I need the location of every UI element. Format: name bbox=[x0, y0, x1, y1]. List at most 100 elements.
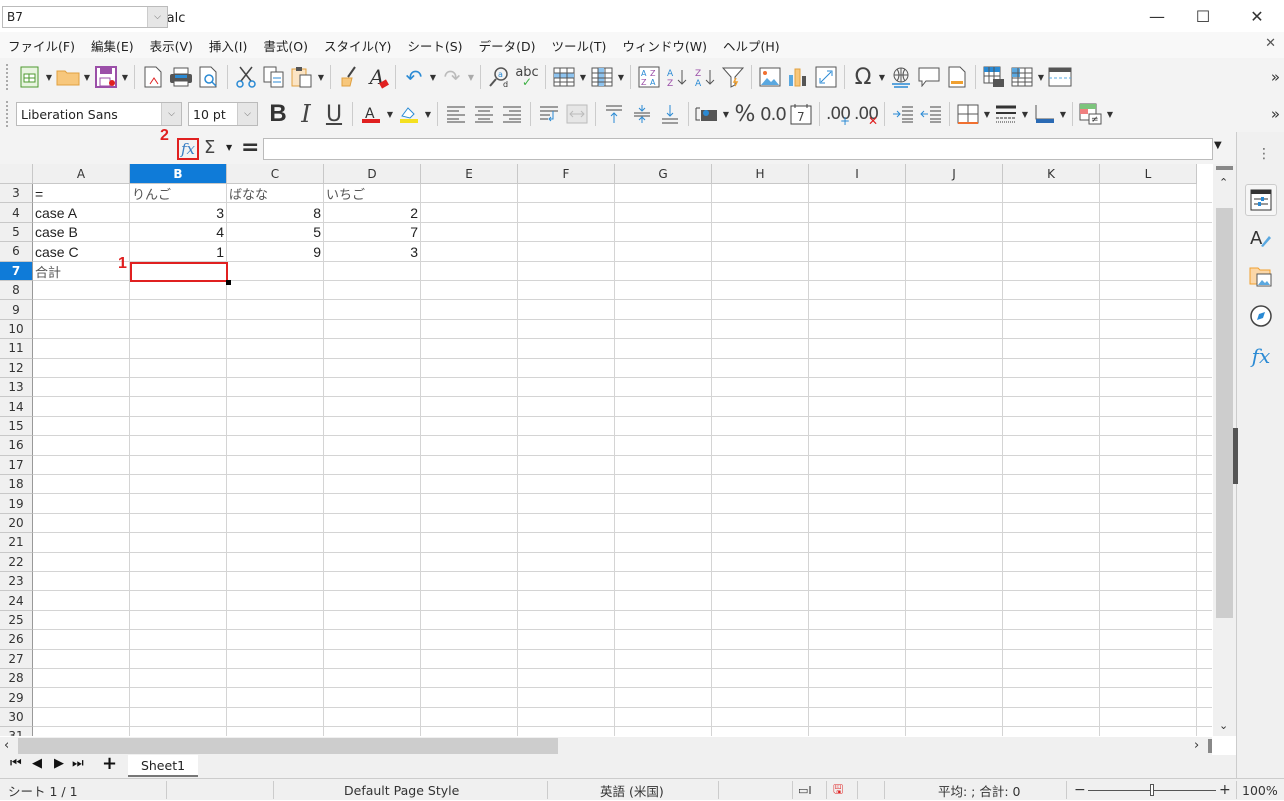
cell-a7[interactable]: 合計 bbox=[33, 262, 129, 281]
add-sheet-button[interactable]: + bbox=[102, 753, 117, 774]
expand-formula-bar-button[interactable]: ▼ bbox=[1214, 140, 1222, 151]
decrease-indent-icon[interactable] bbox=[917, 100, 945, 128]
export-pdf-icon[interactable] bbox=[139, 63, 167, 91]
row-header-6[interactable]: 6 bbox=[0, 242, 33, 262]
center-vertically-icon[interactable] bbox=[628, 100, 656, 128]
merge-cells-icon[interactable] bbox=[563, 100, 591, 128]
align-right-icon[interactable] bbox=[498, 100, 526, 128]
row-header-14[interactable]: 14 bbox=[0, 397, 33, 417]
split-window-icon[interactable] bbox=[1046, 63, 1074, 91]
define-print-area-icon[interactable] bbox=[980, 63, 1008, 91]
save-dropdown[interactable]: ▼ bbox=[120, 73, 130, 82]
border-style-dropdown[interactable]: ▼ bbox=[1020, 110, 1030, 119]
column-dropdown[interactable]: ▼ bbox=[616, 73, 626, 82]
row-header-4[interactable]: 4 bbox=[0, 203, 33, 223]
cell-a3[interactable]: = bbox=[33, 184, 129, 203]
cell-d3[interactable]: いちご bbox=[324, 184, 420, 203]
horizontal-scroll-thumb[interactable] bbox=[18, 738, 558, 754]
row-header-19[interactable]: 19 bbox=[0, 494, 33, 514]
column-header-i[interactable]: I bbox=[809, 164, 906, 184]
row-header-12[interactable]: 12 bbox=[0, 358, 33, 378]
percent-format-button[interactable]: % bbox=[731, 100, 759, 128]
increase-indent-icon[interactable] bbox=[889, 100, 917, 128]
insert-chart-icon[interactable] bbox=[784, 63, 812, 91]
first-sheet-icon[interactable]: ⏮ bbox=[10, 756, 22, 771]
cell-c3[interactable]: ばなな bbox=[227, 184, 323, 203]
row-header-30[interactable]: 30 bbox=[0, 707, 33, 728]
row-header-22[interactable]: 22 bbox=[0, 552, 33, 572]
toolbar-grip[interactable] bbox=[6, 64, 10, 90]
save-icon[interactable] bbox=[92, 63, 120, 91]
vertical-scroll-thumb[interactable] bbox=[1216, 208, 1233, 618]
cell-a6[interactable]: case C bbox=[33, 242, 129, 261]
formula-button[interactable]: = bbox=[241, 135, 259, 160]
row-header-28[interactable]: 28 bbox=[0, 669, 33, 689]
undo-icon[interactable]: ↶ bbox=[400, 63, 428, 91]
copy-icon[interactable] bbox=[260, 63, 288, 91]
freeze-dropdown[interactable]: ▼ bbox=[1036, 73, 1046, 82]
cut-icon[interactable] bbox=[232, 63, 260, 91]
date-format-icon[interactable]: 7 bbox=[787, 100, 815, 128]
row-header-5[interactable]: 5 bbox=[0, 222, 33, 243]
align-center-icon[interactable] bbox=[470, 100, 498, 128]
hyperlink-icon[interactable] bbox=[887, 63, 915, 91]
print-preview-icon[interactable] bbox=[195, 63, 223, 91]
align-bottom-icon[interactable] bbox=[656, 100, 684, 128]
column-header-a[interactable]: A bbox=[33, 164, 130, 184]
scroll-down-icon[interactable]: ⌄ bbox=[1219, 719, 1228, 732]
italic-button[interactable]: I bbox=[292, 100, 320, 128]
paste-dropdown[interactable]: ▼ bbox=[316, 73, 326, 82]
sort-ascending-icon[interactable]: AZ bbox=[663, 63, 691, 91]
font-color-icon[interactable]: A bbox=[357, 100, 385, 128]
bold-button[interactable]: B bbox=[264, 100, 292, 128]
special-character-dropdown[interactable]: ▼ bbox=[877, 73, 887, 82]
row-header-7[interactable]: 7 bbox=[0, 261, 33, 281]
align-left-icon[interactable] bbox=[442, 100, 470, 128]
row-header-31[interactable]: 31 bbox=[0, 727, 33, 736]
open-folder-icon[interactable] bbox=[54, 63, 82, 91]
column-header-d[interactable]: D bbox=[324, 164, 421, 184]
row-header-9[interactable]: 9 bbox=[0, 300, 33, 320]
comment-icon[interactable] bbox=[915, 63, 943, 91]
column-header-b[interactable]: B bbox=[130, 164, 227, 184]
redo-icon[interactable]: ↷ bbox=[438, 63, 466, 91]
scroll-left-icon[interactable]: ‹ bbox=[4, 738, 9, 753]
row-header-11[interactable]: 11 bbox=[0, 339, 33, 359]
minimize-button[interactable]: — bbox=[1134, 0, 1180, 32]
cell-b4[interactable]: 3 bbox=[130, 203, 226, 222]
sum-dropdown[interactable]: ▼ bbox=[226, 143, 232, 152]
special-character-icon[interactable]: Ω bbox=[849, 63, 877, 91]
row-header-29[interactable]: 29 bbox=[0, 688, 33, 708]
pivot-table-icon[interactable] bbox=[812, 63, 840, 91]
wrap-text-icon[interactable] bbox=[535, 100, 563, 128]
menu-file[interactable]: ファイル(F) bbox=[0, 36, 83, 55]
column-header-j[interactable]: J bbox=[906, 164, 1003, 184]
column-header-c[interactable]: C bbox=[227, 164, 324, 184]
find-replace-icon[interactable]: ad bbox=[485, 63, 513, 91]
row-header-21[interactable]: 21 bbox=[0, 533, 33, 553]
properties-icon[interactable] bbox=[1245, 184, 1277, 216]
sort-icon[interactable]: AZZA bbox=[635, 63, 663, 91]
sidebar-collapse-handle[interactable] bbox=[1233, 428, 1238, 484]
language-status[interactable]: 英語 (米国) bbox=[600, 779, 664, 801]
cell-d5[interactable]: 7 bbox=[324, 223, 420, 242]
functions-icon[interactable]: fx bbox=[1245, 340, 1277, 372]
align-top-icon[interactable] bbox=[600, 100, 628, 128]
zoom-level[interactable]: 100% bbox=[1242, 779, 1278, 801]
headers-footers-icon[interactable] bbox=[943, 63, 971, 91]
row-header-26[interactable]: 26 bbox=[0, 630, 33, 650]
row-icon[interactable] bbox=[550, 63, 578, 91]
row-header-24[interactable]: 24 bbox=[0, 591, 33, 611]
navigator-icon[interactable] bbox=[1245, 300, 1277, 332]
column-header-h[interactable]: H bbox=[712, 164, 809, 184]
menu-help[interactable]: ヘルプ(H) bbox=[715, 36, 788, 55]
chevron-down-icon[interactable]: ⌵ bbox=[147, 7, 167, 27]
borders-icon[interactable] bbox=[954, 100, 982, 128]
zoom-slider-thumb[interactable] bbox=[1150, 784, 1154, 796]
cell-b5[interactable]: 4 bbox=[130, 223, 226, 242]
font-name-combo[interactable]: Liberation Sans ⌵ bbox=[16, 102, 182, 126]
row-dropdown[interactable]: ▼ bbox=[578, 73, 588, 82]
cell-b3[interactable]: りんご bbox=[130, 184, 226, 203]
cell-d6[interactable]: 3 bbox=[324, 242, 420, 261]
spreadsheet-grid[interactable]: A B C D E F G H I J K L 3 = りんご ばなな いちご 4 case A 3 8 2 5 case B… bbox=[0, 164, 1212, 736]
